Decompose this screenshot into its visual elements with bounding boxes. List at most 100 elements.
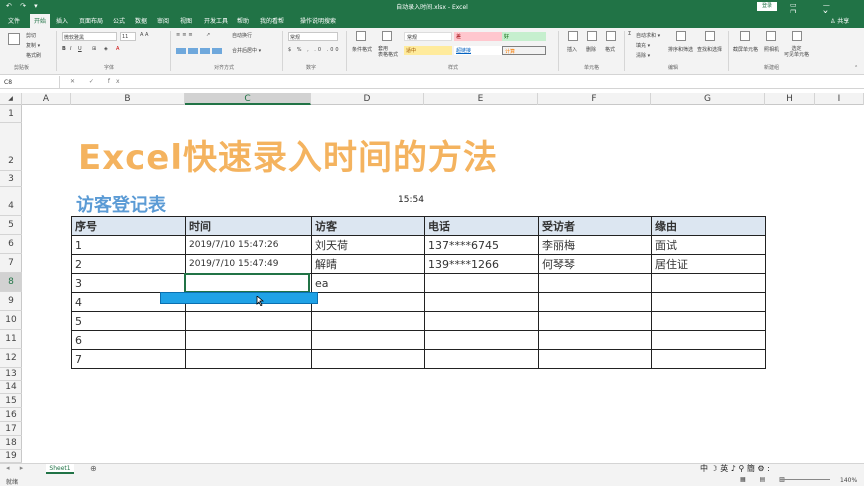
worksheet-grid[interactable]: Excel快速录入时间的方法 访客登记表 15:54 序号 时间 访客 电话 受…	[22, 105, 864, 463]
tab-view[interactable]: 视图	[180, 16, 192, 25]
merge-center-button[interactable]: 合并后居中 ▾	[232, 47, 261, 54]
tab-review[interactable]: 审阅	[157, 16, 169, 25]
table-cell[interactable]: 解晴	[311, 254, 425, 274]
style-good[interactable]: 好	[502, 32, 546, 41]
column-header-g[interactable]: G	[651, 93, 765, 105]
table-format-icon[interactable]	[382, 31, 392, 41]
table-cell[interactable]	[311, 330, 425, 350]
table-cell[interactable]: 1	[71, 235, 186, 255]
sort-filter-icon[interactable]	[676, 31, 686, 41]
select-visible-icon[interactable]	[792, 31, 802, 41]
active-cell-outline[interactable]	[184, 273, 310, 293]
select-all-corner[interactable]: ◢	[0, 93, 22, 105]
align-right-icon[interactable]	[200, 48, 210, 54]
header-cell[interactable]: 电话	[424, 216, 539, 236]
orientation-icon[interactable]: ↗	[206, 32, 210, 38]
row-header[interactable]: 10	[0, 311, 22, 330]
column-header-e[interactable]: E	[424, 93, 538, 105]
table-cell[interactable]	[424, 311, 539, 331]
ime-toolbar[interactable]: 中 ☽ 英 ♪ ⚲ 簡 ⚙ :	[700, 463, 770, 474]
find-select-button[interactable]: 查找和选择	[697, 46, 722, 53]
align-top-icons[interactable]: ≡≡≡	[176, 32, 195, 38]
column-header-b[interactable]: B	[71, 93, 185, 105]
table-cell[interactable]	[651, 330, 766, 350]
collapse-ribbon-icon[interactable]: ⌃	[854, 65, 858, 71]
table-cell[interactable]	[538, 311, 652, 331]
delete-cells-button[interactable]: 删除	[586, 46, 596, 53]
paste-icon[interactable]	[8, 33, 20, 45]
fill-button[interactable]: 填充 ▾	[636, 42, 650, 49]
insert-cells-icon[interactable]	[568, 31, 578, 41]
font-size-grow-icon[interactable]: A A	[140, 32, 148, 38]
style-calc[interactable]: 计算	[502, 46, 546, 55]
delete-cells-icon[interactable]	[587, 31, 597, 41]
row-header[interactable]: 16	[0, 408, 22, 422]
table-cell[interactable]: 面试	[651, 235, 766, 255]
screenshot-cell-button[interactable]: 截屏单元格	[733, 46, 758, 53]
autocomplete-dropdown[interactable]	[160, 292, 318, 304]
format-cells-button[interactable]: 格式	[605, 46, 615, 53]
share-button[interactable]: ♙ 共享	[830, 16, 849, 25]
number-format-icons[interactable]: $ % , .0 .00	[288, 47, 341, 53]
table-format-button[interactable]: 套用 表格格式	[378, 46, 398, 58]
tab-data[interactable]: 数据	[135, 16, 147, 25]
table-cell[interactable]	[651, 311, 766, 331]
border-icon[interactable]: ⊞	[92, 46, 96, 52]
table-cell[interactable]: 2019/7/10 15:47:49	[185, 254, 312, 274]
zoom-slider[interactable]	[780, 479, 830, 480]
zoom-level[interactable]: 140%	[840, 477, 857, 484]
row-header[interactable]: 3	[0, 171, 22, 187]
cut-button[interactable]: 剪切	[26, 32, 36, 39]
row-header[interactable]: 11	[0, 330, 22, 349]
row-header[interactable]: 6	[0, 235, 22, 254]
tab-formulas[interactable]: 公式	[113, 16, 125, 25]
table-cell[interactable]: 刘天荷	[311, 235, 425, 255]
align-left-icon[interactable]	[176, 48, 186, 54]
style-hyperlink[interactable]: 超链接	[454, 46, 502, 55]
style-bad[interactable]: 差	[454, 32, 502, 41]
table-cell[interactable]	[185, 349, 312, 369]
clear-button[interactable]: 清除 ▾	[636, 52, 650, 59]
wrap-text-button[interactable]: 自动换行	[232, 32, 252, 39]
tab-help[interactable]: 帮助	[237, 16, 249, 25]
table-cell[interactable]	[424, 349, 539, 369]
row-header[interactable]: 9	[0, 292, 22, 311]
fill-color-icon[interactable]: ◈	[104, 46, 108, 52]
table-cell[interactable]	[424, 273, 539, 293]
row-header[interactable]: 17	[0, 422, 22, 436]
align-center-icon[interactable]	[188, 48, 198, 54]
row-header[interactable]: 13	[0, 368, 22, 381]
font-name-select[interactable]: 微软雅黑	[62, 32, 117, 41]
tab-insert[interactable]: 插入	[56, 16, 68, 25]
table-cell[interactable]: 2	[71, 254, 186, 274]
header-cell[interactable]: 序号	[71, 216, 186, 236]
column-header-i[interactable]: I	[815, 93, 864, 105]
table-cell[interactable]	[538, 292, 652, 312]
table-cell[interactable]: 5	[71, 311, 186, 331]
camera-button[interactable]: 照相机	[764, 46, 779, 53]
formula-icons[interactable]: ✕ ✓ fx	[70, 78, 126, 85]
format-painter-button[interactable]: 格式刷	[26, 52, 41, 59]
add-sheet-button[interactable]: ⊕	[90, 464, 97, 473]
table-cell[interactable]: 137****6745	[424, 235, 539, 255]
screenshot-cell-icon[interactable]	[740, 31, 750, 41]
table-cell[interactable]: 居住证	[651, 254, 766, 274]
login-button[interactable]: 登录	[757, 2, 777, 11]
row-header[interactable]: 1	[0, 105, 22, 123]
column-header-c[interactable]: C	[185, 93, 311, 105]
column-header-a[interactable]: A	[22, 93, 71, 105]
table-cell[interactable]: 何琴琴	[538, 254, 652, 274]
indent-icon[interactable]	[212, 48, 222, 54]
tab-file[interactable]: 文件	[8, 16, 20, 25]
table-cell[interactable]	[651, 292, 766, 312]
tab-developer[interactable]: 开发工具	[204, 16, 228, 25]
table-cell[interactable]	[651, 273, 766, 293]
row-header[interactable]: 19	[0, 450, 22, 463]
table-cell[interactable]: 李丽梅	[538, 235, 652, 255]
sort-filter-button[interactable]: 排序和筛选	[668, 46, 693, 53]
table-cell[interactable]	[538, 273, 652, 293]
row-header[interactable]: 7	[0, 254, 22, 273]
column-header-d[interactable]: D	[311, 93, 424, 105]
style-normal[interactable]: 常规	[404, 32, 452, 41]
table-cell[interactable]	[538, 330, 652, 350]
